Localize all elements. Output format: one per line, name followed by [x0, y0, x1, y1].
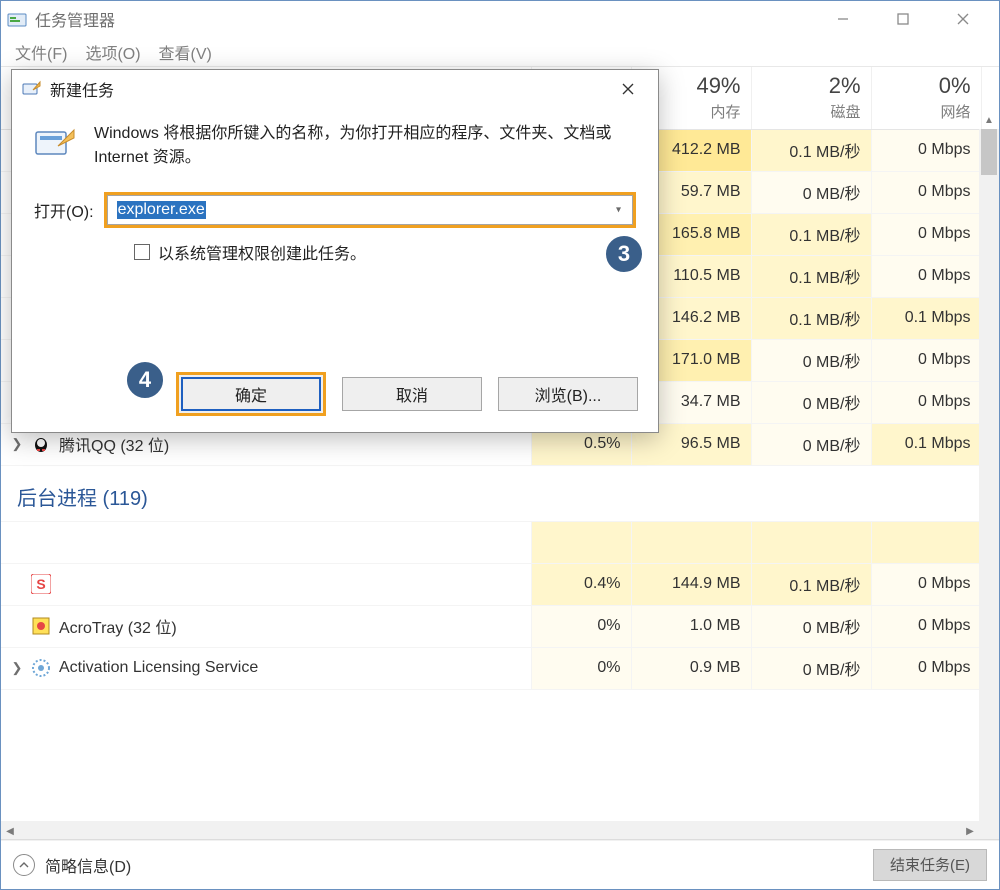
app-icon: [7, 10, 27, 28]
scroll-corner: [979, 821, 999, 841]
process-name: Activation Licensing Service: [59, 659, 258, 677]
run-big-icon: [34, 122, 78, 166]
cpu-cell: 0%: [531, 647, 631, 689]
col-network[interactable]: 0%网络: [871, 67, 981, 129]
dialog-title: 新建任务: [50, 77, 114, 101]
process-icon: S: [31, 574, 51, 594]
process-icon: [31, 658, 51, 678]
close-button[interactable]: [933, 1, 993, 37]
ok-button-highlight: 确定: [176, 372, 326, 416]
net-cell: 0 Mbps: [871, 605, 981, 647]
dialog-close-button[interactable]: [608, 74, 648, 104]
task-manager-window: 任务管理器 文件(F) 选项(O) 查看(V) 49%内存 2%: [0, 0, 1000, 890]
scroll-up-arrow[interactable]: ▲: [979, 111, 999, 129]
annotation-badge-4: 4: [124, 359, 166, 401]
process-name: AcroTray (32 位): [59, 614, 177, 638]
chevron-right-icon[interactable]: ❯: [11, 660, 23, 676]
table-row[interactable]: S 0.4%144.9 MB0.1 MB/秒0 Mbps: [1, 563, 981, 605]
disk-cell: 0 MB/秒: [751, 605, 871, 647]
scroll-left-arrow[interactable]: ◀: [1, 821, 19, 841]
disk-cell: 0 MB/秒: [751, 647, 871, 689]
process-icon: [31, 616, 51, 636]
svg-text:S: S: [36, 576, 45, 592]
annotation-badge-3: 3: [603, 233, 645, 275]
mem-cell: 0.9 MB: [631, 647, 751, 689]
disk-cell: 0.1 MB/秒: [751, 563, 871, 605]
horizontal-scrollbar[interactable]: ◀ ▶: [1, 821, 979, 841]
net-cell: 0.1 Mbps: [871, 423, 981, 465]
end-task-button[interactable]: 结束任务(E): [873, 849, 987, 881]
col-disk[interactable]: 2%磁盘: [751, 67, 871, 129]
maximize-button[interactable]: [873, 1, 933, 37]
chevron-down-icon[interactable]: ▾: [616, 205, 621, 216]
cpu-cell: 0.4%: [531, 563, 631, 605]
net-cell: 0 Mbps: [871, 647, 981, 689]
menu-options[interactable]: 选项(O): [83, 38, 142, 66]
vertical-scrollbar[interactable]: ▲ ▼: [979, 129, 999, 821]
chevron-up-icon[interactable]: [13, 854, 35, 876]
cpu-cell: 0%: [531, 605, 631, 647]
scroll-thumb[interactable]: [981, 129, 997, 175]
open-label: 打开(O):: [34, 198, 94, 222]
net-cell: 0 Mbps: [871, 339, 981, 381]
process-name: 腾讯QQ (32 位): [59, 432, 169, 456]
fewer-details-link[interactable]: 简略信息(D): [45, 853, 131, 877]
table-row[interactable]: [1, 521, 981, 563]
browse-button[interactable]: 浏览(B)...: [498, 377, 638, 411]
scroll-right-arrow[interactable]: ▶: [961, 821, 979, 841]
footer: 简略信息(D) 结束任务(E): [1, 839, 999, 889]
table-row[interactable]: AcroTray (32 位) 0%1.0 MB0 MB/秒0 Mbps: [1, 605, 981, 647]
mem-cell: 144.9 MB: [631, 563, 751, 605]
disk-cell: 0 MB/秒: [751, 381, 871, 423]
admin-checkbox-label: 以系统管理权限创建此任务。: [158, 240, 366, 264]
net-cell: 0.1 Mbps: [871, 297, 981, 339]
disk-cell: 0 MB/秒: [751, 339, 871, 381]
table-row[interactable]: ❯Activation Licensing Service0%0.9 MB0 M…: [1, 647, 981, 689]
net-cell: 0 Mbps: [871, 381, 981, 423]
disk-cell: 0 MB/秒: [751, 423, 871, 465]
net-cell: 0 Mbps: [871, 563, 981, 605]
run-dialog: 新建任务 Windows 将根据你所键入的名称，为你打开相应的程序、文件夹、文档…: [11, 69, 659, 433]
window-title: 任务管理器: [35, 7, 115, 31]
menu-view[interactable]: 查看(V): [157, 38, 214, 66]
open-input-selection: explorer.exe: [117, 201, 206, 219]
admin-checkbox[interactable]: [134, 244, 150, 260]
process-icon: [31, 434, 51, 454]
open-input-highlight: explorer.exe ▾: [104, 192, 636, 228]
chevron-right-icon[interactable]: ❯: [11, 436, 23, 452]
cancel-button[interactable]: 取消: [342, 377, 482, 411]
menu-file[interactable]: 文件(F): [13, 38, 69, 66]
ok-button[interactable]: 确定: [181, 377, 321, 411]
dialog-description: Windows 将根据你所键入的名称，为你打开相应的程序、文件夹、文档或 Int…: [94, 122, 636, 170]
run-icon: [22, 80, 42, 98]
menubar: 文件(F) 选项(O) 查看(V): [1, 37, 999, 67]
disk-cell: 0.1 MB/秒: [751, 297, 871, 339]
titlebar: 任务管理器: [1, 1, 999, 37]
mem-cell: 1.0 MB: [631, 605, 751, 647]
minimize-button[interactable]: [813, 1, 873, 37]
group-header-background: 后台进程 (119): [1, 465, 981, 521]
